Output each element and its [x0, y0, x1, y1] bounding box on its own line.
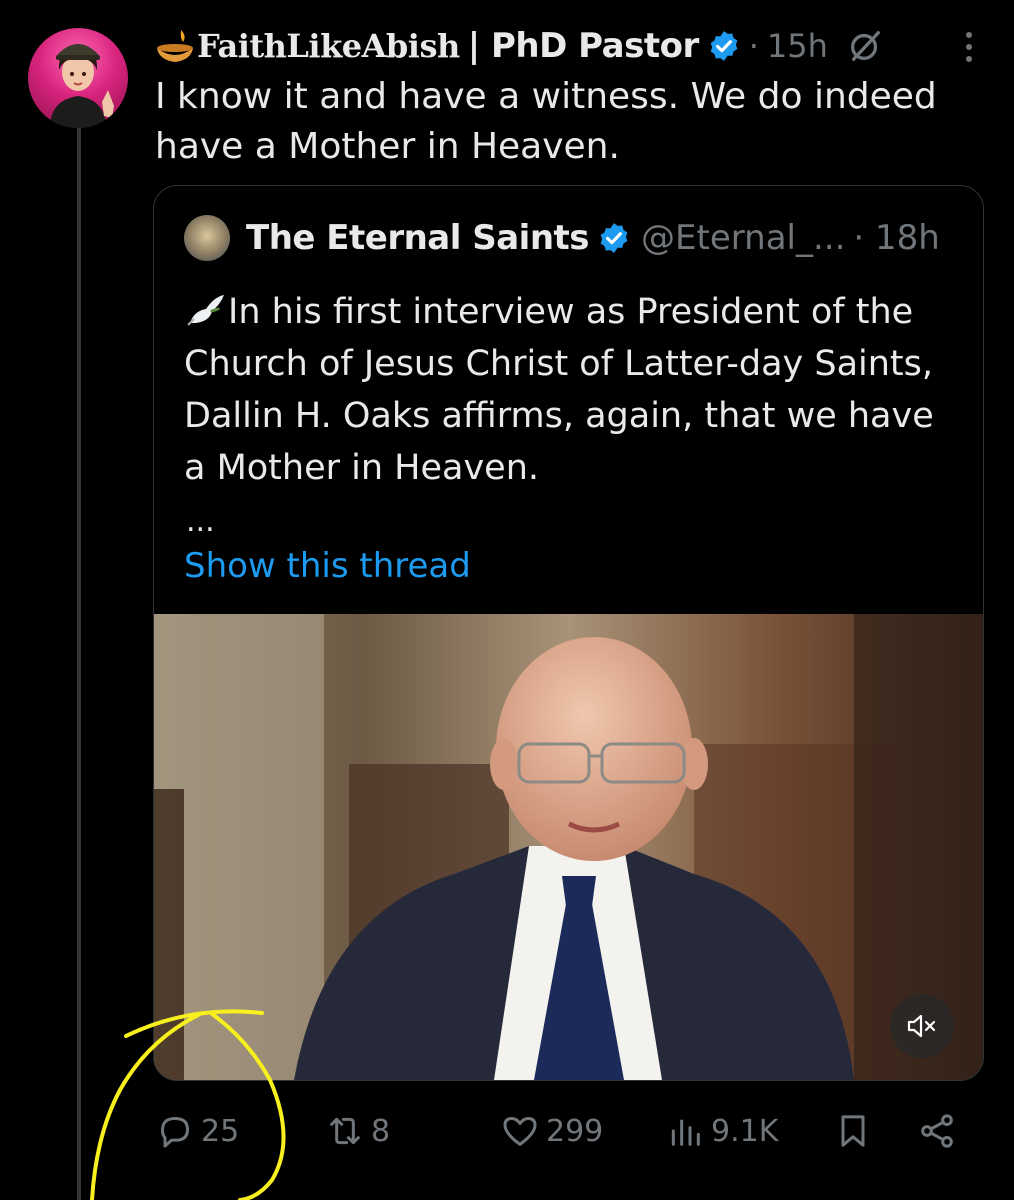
grok-icon[interactable] [846, 27, 884, 65]
reply-icon [161, 1117, 189, 1148]
analytics-icon [671, 1119, 700, 1146]
show-thread-link[interactable]: Show this thread [184, 546, 471, 586]
oil-lamp-emoji-icon [157, 30, 193, 62]
tweet-time[interactable]: 15h [767, 27, 828, 65]
views-button[interactable]: 9.1K [665, 1104, 778, 1158]
repost-button[interactable]: 8 [325, 1104, 390, 1158]
dove-emoji-icon [187, 295, 224, 326]
quoted-ellipsis: ... [186, 504, 215, 539]
bookmark-icon [841, 1115, 865, 1147]
quoted-handle[interactable]: @Eternal_... [641, 218, 845, 258]
bookmark-button[interactable] [833, 1104, 879, 1158]
action-bar: 25 8 299 9.1K [155, 1104, 965, 1158]
verified-badge-icon [710, 31, 738, 61]
like-button[interactable]: 299 [500, 1104, 603, 1158]
view-count: 9.1K [711, 1113, 779, 1149]
tweet-text: I know it and have a witness. We do inde… [155, 76, 937, 167]
reply-count: 25 [201, 1113, 240, 1149]
reply-button[interactable]: 25 [155, 1104, 239, 1158]
quoted-tweet-header: The Eternal Saints @Eternal_... · 18h [184, 215, 940, 261]
heart-icon [503, 1117, 537, 1146]
thread-line [77, 128, 81, 1200]
quoted-tweet-card[interactable]: The Eternal Saints @Eternal_... · 18h In… [153, 185, 984, 1081]
tweet-header: FaithLikeAbish | PhD Pastor · 15h [155, 24, 984, 68]
quoted-time[interactable]: · 18h [853, 218, 939, 258]
volume-mute-icon [907, 1014, 936, 1038]
like-count: 299 [546, 1113, 604, 1149]
video-thumbnail[interactable] [154, 614, 983, 1080]
quoted-display-name[interactable]: The Eternal Saints [246, 218, 590, 258]
mute-button[interactable] [890, 994, 954, 1058]
author-display-name-suffix[interactable]: | PhD Pastor [468, 26, 700, 66]
repost-icon [330, 1117, 360, 1145]
share-icon [921, 1114, 953, 1148]
more-vertical-icon[interactable] [962, 30, 976, 64]
verified-badge-icon [600, 223, 628, 253]
video-frame-image [154, 614, 983, 1080]
avatar-illustration [50, 44, 114, 128]
avatar[interactable] [28, 28, 128, 128]
author-display-name[interactable]: FaithLikeAbish [197, 27, 460, 65]
quoted-tweet-text: In his first interview as President of t… [184, 286, 964, 494]
share-button[interactable] [917, 1104, 963, 1158]
separator: · [748, 27, 759, 65]
quoted-tweet-body: In his first interview as President of t… [184, 292, 934, 488]
repost-count: 8 [371, 1113, 391, 1149]
quoted-avatar[interactable] [184, 215, 230, 261]
